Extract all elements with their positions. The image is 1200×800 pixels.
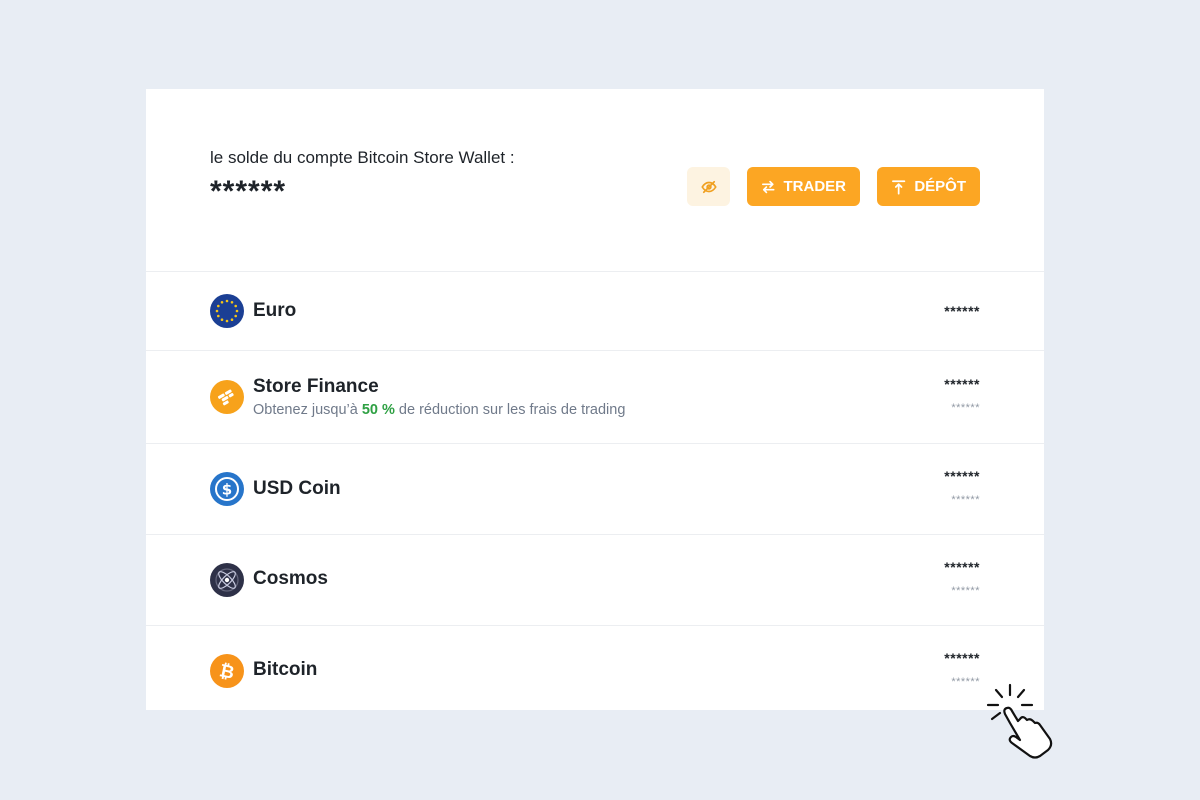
depot-button-label: DÉPÔT [914, 178, 966, 195]
toggle-visibility-button[interactable] [687, 167, 730, 206]
upload-icon [892, 179, 906, 195]
usd-coin-icon: $ [210, 472, 244, 506]
asset-row-cosmos[interactable]: Cosmos ****** ****** [146, 535, 1044, 626]
asset-amount-secondary: ****** [951, 585, 980, 597]
eye-off-icon [700, 180, 717, 193]
asset-name: Euro [253, 300, 297, 321]
swap-arrows-icon [761, 180, 775, 193]
asset-row-bitcoin[interactable]: ₿ Bitcoin ****** ****** [146, 626, 1044, 710]
asset-name: Cosmos [253, 568, 328, 589]
balance-header: le solde du compte Bitcoin Store Wallet … [146, 89, 1044, 272]
asset-amount: ****** [944, 376, 980, 392]
asset-subtitle-post: de réduction sur les frais de trading [394, 402, 626, 418]
asset-row-usd-coin[interactable]: $ USD Coin ****** ****** [146, 444, 1044, 535]
asset-amount: ****** [944, 303, 980, 319]
asset-row-store-finance[interactable]: Store Finance Obtenez jusqu’à 50 % de ré… [146, 351, 1044, 444]
asset-subtitle-pre: Obtenez jusqu’à [253, 402, 362, 418]
asset-amount: ****** [944, 559, 980, 575]
asset-amount: ****** [944, 468, 980, 484]
cosmos-icon [210, 563, 244, 597]
svg-text:$: $ [222, 481, 232, 499]
store-finance-icon [210, 380, 244, 414]
balance-value: ****** [210, 175, 287, 208]
header-actions: TRADER DÉPÔT [687, 167, 980, 206]
balance-label: le solde du compte Bitcoin Store Wallet … [210, 148, 515, 167]
asset-name: Store Finance [253, 376, 379, 397]
euro-flag-icon [210, 294, 244, 328]
wallet-card: le solde du compte Bitcoin Store Wallet … [146, 89, 1044, 710]
asset-amount-secondary: ****** [951, 402, 980, 414]
bitcoin-icon: ₿ [210, 654, 244, 688]
asset-row-euro[interactable]: Euro ****** [146, 272, 1044, 351]
depot-button[interactable]: DÉPÔT [877, 167, 980, 206]
svg-text:₿: ₿ [217, 660, 236, 684]
asset-amount-secondary: ****** [951, 494, 980, 506]
trader-button-label: TRADER [783, 178, 847, 195]
hand-pointer-icon [986, 683, 1053, 759]
asset-name: USD Coin [253, 478, 341, 499]
trader-button[interactable]: TRADER [747, 167, 860, 206]
asset-amount-secondary: ****** [951, 676, 980, 688]
asset-amount: ****** [944, 650, 980, 666]
asset-subtitle-highlight: 50 % [361, 402, 395, 418]
asset-subtitle: Obtenez jusqu’à 50 % de réduction sur le… [253, 402, 625, 418]
asset-name: Bitcoin [253, 659, 318, 680]
